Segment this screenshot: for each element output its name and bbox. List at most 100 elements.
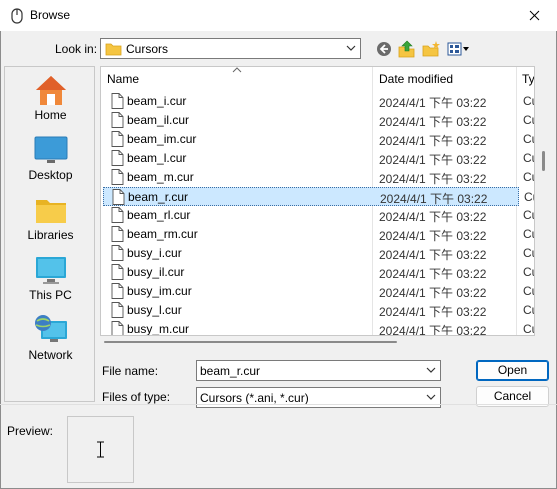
scroll-thumb[interactable] — [542, 151, 545, 171]
close-icon — [529, 10, 539, 21]
file-icon — [111, 169, 124, 185]
chevron-down-icon — [426, 394, 436, 400]
file-type: Cu — [523, 113, 534, 127]
file-name-value: beam_r.cur — [200, 364, 261, 378]
scroll-thumb[interactable] — [104, 341, 397, 343]
file-row[interactable]: busy_im.cur 2024/4/1 下午 03:22 Cu — [103, 282, 534, 301]
preview-label: Preview: — [7, 424, 54, 438]
places-bar: Home Desktop Libraries This PC Network — [4, 66, 95, 402]
file-row[interactable]: beam_r.cur 2024/4/1 下午 03:22 Cu — [103, 187, 534, 206]
file-date: 2024/4/1 下午 03:22 — [380, 192, 488, 206]
place-network[interactable]: Network — [5, 313, 96, 371]
chevron-down-icon — [346, 45, 356, 51]
look-in-value: Cursors — [126, 42, 169, 56]
file-date: 2024/4/1 下午 03:22 — [379, 172, 487, 186]
file-row[interactable]: beam_im.cur 2024/4/1 下午 03:22 Cu — [103, 130, 534, 149]
window-title: Browse — [30, 8, 71, 22]
file-name: beam_im.cur — [127, 132, 197, 146]
file-name: busy_il.cur — [127, 265, 185, 279]
file-icon — [111, 150, 124, 166]
file-type: Cu — [523, 322, 534, 336]
file-type: Cu — [523, 94, 534, 108]
divider — [0, 404, 557, 405]
files-of-type-label: Files of type: — [102, 390, 171, 404]
file-type: Cu — [524, 190, 534, 204]
file-row[interactable]: busy_m.cur 2024/4/1 下午 03:22 Cu — [103, 320, 534, 336]
file-icon — [111, 302, 124, 318]
file-name: beam_rl.cur — [127, 208, 191, 222]
column-header-date[interactable]: Date modified — [379, 72, 453, 86]
up-folder-button[interactable] — [397, 39, 417, 59]
file-row[interactable]: busy_l.cur 2024/4/1 下午 03:22 Cu — [103, 301, 534, 320]
sort-ascending-icon — [232, 67, 242, 73]
file-row[interactable]: busy_il.cur 2024/4/1 下午 03:22 Cu — [103, 263, 534, 282]
view-menu-icon — [447, 42, 469, 56]
file-row[interactable]: beam_rm.cur 2024/4/1 下午 03:22 Cu — [103, 225, 534, 244]
place-home[interactable]: Home — [5, 73, 96, 131]
mouse-icon — [11, 8, 23, 24]
file-date: 2024/4/1 下午 03:22 — [379, 115, 487, 129]
file-row[interactable]: beam_l.cur 2024/4/1 下午 03:22 Cu — [103, 149, 534, 168]
close-button[interactable] — [511, 0, 557, 31]
file-icon — [111, 226, 124, 242]
up-folder-icon — [398, 40, 415, 58]
file-date: 2024/4/1 下午 03:22 — [379, 305, 487, 319]
horizontal-scrollbar[interactable] — [100, 336, 535, 348]
file-row[interactable]: beam_il.cur 2024/4/1 下午 03:22 Cu — [103, 111, 534, 130]
file-date: 2024/4/1 下午 03:22 — [379, 210, 487, 224]
place-label: Network — [28, 348, 73, 362]
desktop-icon — [34, 136, 68, 163]
column-header-type[interactable]: Ty — [522, 72, 534, 86]
file-name: beam_l.cur — [127, 151, 187, 165]
ibeam-cursor-icon — [97, 441, 104, 458]
view-menu-button[interactable] — [446, 39, 472, 59]
file-row[interactable]: beam_rl.cur 2024/4/1 下午 03:22 Cu — [103, 206, 534, 225]
file-date: 2024/4/1 下午 03:22 — [379, 248, 487, 262]
file-icon — [111, 245, 124, 261]
file-name: busy_l.cur — [127, 303, 182, 317]
file-row[interactable]: busy_i.cur 2024/4/1 下午 03:22 Cu — [103, 244, 534, 263]
file-type: Cu — [523, 227, 534, 241]
place-label: This PC — [29, 288, 72, 302]
file-icon — [111, 283, 124, 299]
back-button[interactable] — [374, 39, 394, 59]
chevron-down-icon[interactable] — [426, 365, 436, 375]
file-date: 2024/4/1 下午 03:22 — [379, 153, 487, 167]
place-desktop[interactable]: Desktop — [5, 133, 96, 191]
file-date: 2024/4/1 下午 03:22 — [379, 96, 487, 110]
file-name: beam_m.cur — [127, 170, 194, 184]
look-in-label: Look in: — [55, 42, 98, 56]
file-icon — [111, 93, 124, 109]
folder-icon — [105, 43, 122, 56]
file-date: 2024/4/1 下午 03:22 — [379, 134, 487, 148]
open-button[interactable]: Open — [476, 360, 549, 381]
column-header-name[interactable]: Name — [107, 72, 139, 86]
file-type: Cu — [523, 284, 534, 298]
vertical-scrollbar[interactable] — [535, 66, 552, 336]
file-name: busy_im.cur — [127, 284, 192, 298]
file-row[interactable]: beam_i.cur 2024/4/1 下午 03:22 Cu — [103, 92, 534, 111]
place-this-pc[interactable]: This PC — [5, 253, 96, 311]
file-row[interactable]: beam_m.cur 2024/4/1 下午 03:22 Cu — [103, 168, 534, 187]
file-list[interactable]: Name Date modified Ty beam_i.cur 2024/4/1… — [100, 66, 535, 336]
new-folder-button[interactable] — [421, 39, 441, 59]
home-icon — [36, 76, 66, 105]
file-name: busy_i.cur — [127, 246, 182, 260]
place-label: Libraries — [27, 228, 74, 242]
file-name-label: File name: — [102, 364, 159, 378]
file-type: Cu — [523, 132, 534, 146]
file-name: busy_m.cur — [127, 322, 190, 336]
file-date: 2024/4/1 下午 03:22 — [379, 267, 487, 281]
place-label: Home — [34, 108, 67, 122]
place-libraries[interactable]: Libraries — [5, 193, 96, 251]
file-type: Cu — [523, 303, 534, 317]
files-of-type-value: Cursors (*.ani, *.cur) — [200, 391, 309, 405]
file-type: Cu — [523, 170, 534, 184]
look-in-combo[interactable]: Cursors — [100, 38, 361, 59]
file-name: beam_rm.cur — [127, 227, 198, 241]
file-name-field[interactable]: beam_r.cur — [196, 360, 441, 381]
file-date: 2024/4/1 下午 03:22 — [379, 324, 487, 336]
preview-pane — [67, 416, 134, 483]
new-folder-icon — [422, 41, 440, 57]
network-icon — [35, 315, 67, 342]
